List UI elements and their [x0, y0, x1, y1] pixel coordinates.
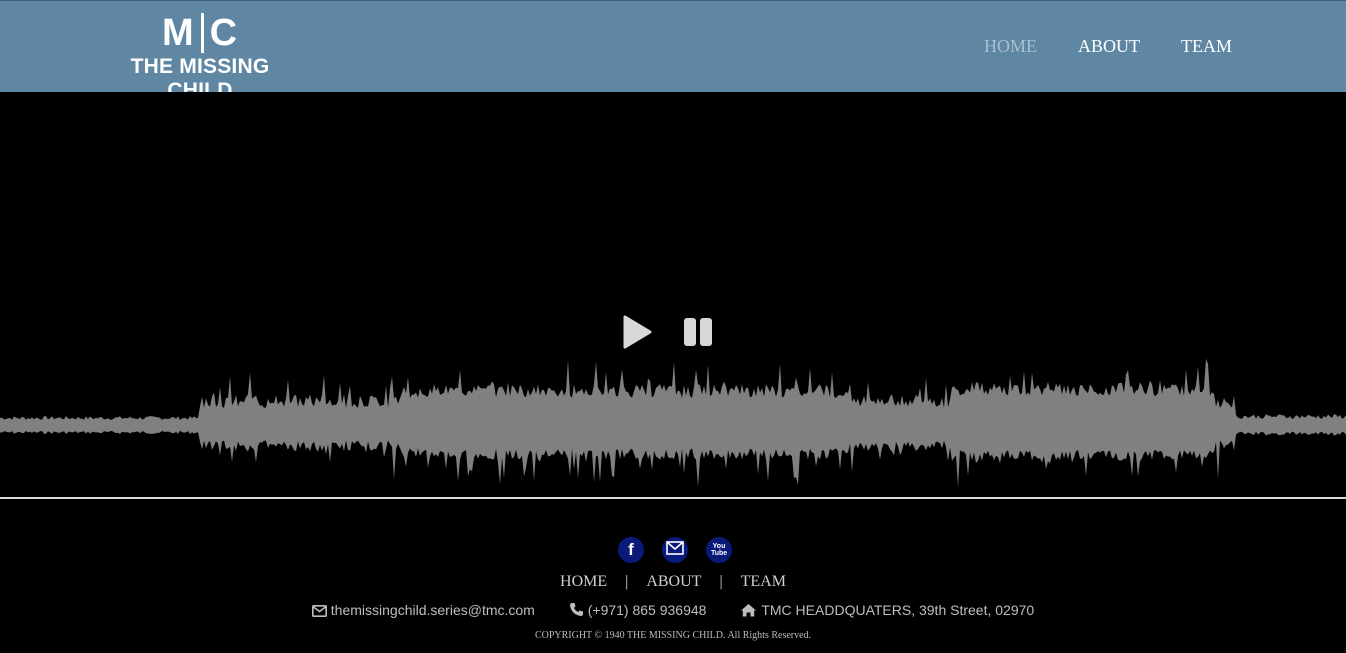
site-logo[interactable]: MC THE MISSING CHILD	[98, 13, 302, 102]
footer-nav-about[interactable]: ABOUT	[646, 573, 701, 590]
envelope-icon	[311, 604, 327, 620]
facebook-icon: f	[628, 540, 634, 559]
phone-text: (+971) 865 936948	[587, 602, 707, 618]
facebook-button[interactable]: f	[618, 537, 644, 563]
footer-nav: HOME | ABOUT | TEAM	[0, 573, 1346, 591]
contact-info: themissingchild.series@tmc.com (+971) 86…	[0, 602, 1346, 620]
copyright-text: COPYRIGHT © 1940 THE MISSING CHILD. All …	[534, 630, 812, 641]
player-controls	[619, 314, 719, 354]
social-links: f You Tube	[618, 537, 732, 563]
audio-waveform[interactable]	[0, 354, 1346, 498]
audio-player-section	[0, 92, 1346, 498]
play-icon	[623, 315, 652, 349]
email-icon	[666, 540, 684, 560]
youtube-icon: You Tube	[711, 543, 728, 557]
footer-nav-home[interactable]: HOME	[560, 573, 607, 590]
nav-about[interactable]: ABOUT	[1078, 36, 1140, 57]
logo-letter-c: C	[209, 12, 239, 54]
contact-phone[interactable]: (+971) 865 936948	[569, 602, 707, 620]
pause-icon	[684, 318, 712, 346]
pause-button[interactable]	[681, 314, 717, 350]
waveform-shape	[0, 358, 1346, 487]
phone-icon	[569, 602, 584, 620]
footer-nav-separator: |	[625, 573, 629, 590]
nav-team[interactable]: TEAM	[1181, 36, 1232, 57]
address-text: TMC HEADDQUATERS, 39th Street, 02970	[761, 602, 1035, 618]
footer-nav-team[interactable]: TEAM	[741, 573, 786, 590]
nav-home[interactable]: HOME	[984, 36, 1037, 57]
site-footer: f You Tube HOME | ABOUT | TEAM themissingchi…	[0, 499, 1346, 653]
logo-letter-m: M	[161, 12, 195, 54]
main-nav: HOME ABOUT TEAM	[943, 36, 1232, 57]
email-text: themissingchild.series@tmc.com	[330, 602, 535, 618]
home-icon	[740, 603, 757, 620]
logo-mark: MC	[98, 13, 302, 53]
play-button[interactable]	[619, 314, 655, 350]
footer-nav-separator: |	[719, 573, 723, 590]
site-header: MC THE MISSING CHILD HOME ABOUT TEAM	[0, 0, 1346, 102]
youtube-button[interactable]: You Tube	[706, 537, 732, 563]
contact-address: TMC HEADDQUATERS, 39th Street, 02970	[740, 602, 1034, 620]
contact-email[interactable]: themissingchild.series@tmc.com	[311, 602, 535, 620]
email-button[interactable]	[662, 537, 688, 563]
logo-divider	[200, 13, 204, 53]
